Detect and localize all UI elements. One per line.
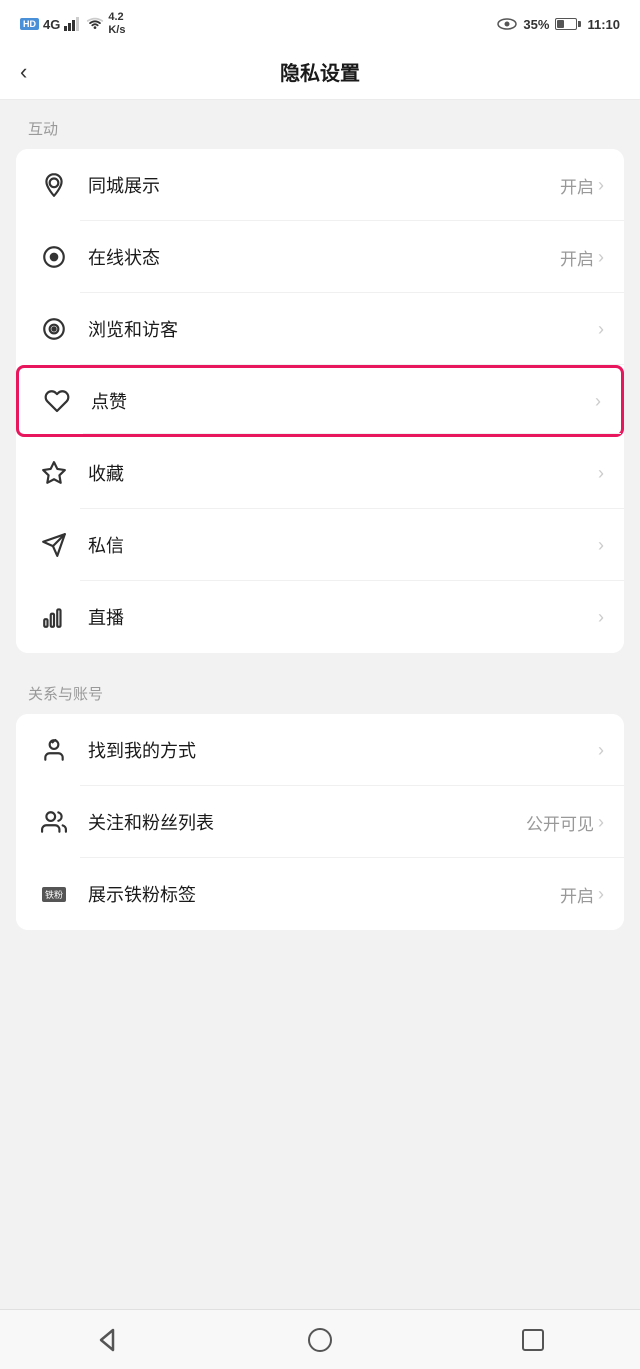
section-label-relation: 关系与账号 (0, 665, 640, 714)
collect-label: 收藏 (88, 460, 594, 486)
follow-label: 关注和粉丝列表 (88, 809, 526, 835)
live-icon (36, 599, 72, 635)
message-icon (36, 527, 72, 563)
menu-item-findme[interactable]: 找到我的方式 › (16, 714, 624, 786)
ironfan-value: 开启 (560, 882, 594, 907)
menu-item-live[interactable]: 直播 › (16, 581, 624, 653)
collect-chevron: › (598, 463, 604, 484)
menu-item-collect[interactable]: 收藏 › (16, 437, 624, 509)
collect-icon (36, 455, 72, 491)
tongcheng-chevron: › (598, 175, 604, 196)
online-icon (36, 239, 72, 275)
signal-text: 4G (43, 17, 60, 32)
status-left: HD 4G 4.2 K/s (20, 11, 125, 37)
ironfan-badge: 铁粉 (42, 887, 66, 902)
menu-item-online[interactable]: 在线状态 开启 › (16, 221, 624, 293)
ironfan-label: 展示铁粉标签 (88, 881, 560, 907)
message-chevron: › (598, 535, 604, 556)
message-label: 私信 (88, 532, 594, 558)
time-display: 11:10 (587, 17, 620, 32)
browse-chevron: › (598, 319, 604, 340)
follow-icon (36, 804, 72, 840)
online-value: 开启 (560, 245, 594, 270)
browse-label: 浏览和访客 (88, 316, 594, 342)
like-icon (39, 383, 75, 419)
follow-value: 公开可见 (526, 810, 594, 835)
nav-back-button[interactable] (82, 1323, 132, 1357)
speed-text: 4.2 K/s (108, 11, 125, 37)
tongcheng-label: 同城展示 (88, 172, 560, 198)
online-label: 在线状态 (88, 244, 560, 270)
signal-bars-icon (64, 17, 82, 31)
back-button[interactable]: ‹ (20, 59, 27, 85)
menu-item-like[interactable]: 点赞 › (16, 365, 624, 437)
live-chevron: › (598, 607, 604, 628)
menu-item-tongcheng[interactable]: 同城展示 开启 › (16, 149, 624, 221)
menu-item-ironfan[interactable]: 铁粉 展示铁粉标签 开启 › (16, 858, 624, 930)
battery-icon (555, 18, 581, 30)
ironfan-icon: 铁粉 (36, 876, 72, 912)
interaction-card-group: 同城展示 开启 › 在线状态 开启 › 浏览和访客 › (16, 149, 624, 653)
eye-icon (497, 17, 517, 31)
findme-icon (36, 732, 72, 768)
battery-percent: 35% (523, 17, 549, 32)
findme-label: 找到我的方式 (88, 737, 594, 763)
wifi-icon (86, 17, 104, 31)
page-title: 隐私设置 (280, 57, 360, 86)
tongcheng-value: 开启 (560, 173, 594, 198)
like-label: 点赞 (91, 388, 591, 414)
bottom-nav-bar (0, 1309, 640, 1369)
hd-badge: HD (20, 18, 39, 30)
relation-card-group: 找到我的方式 › 关注和粉丝列表 公开可见 › 铁粉 展示铁粉标签 开启 › (16, 714, 624, 930)
location-icon (36, 167, 72, 203)
like-chevron: › (595, 391, 601, 412)
menu-item-browse[interactable]: 浏览和访客 › (16, 293, 624, 365)
nav-bar: ‹ 隐私设置 (0, 44, 640, 100)
status-bar: HD 4G 4.2 K/s 35% 11:10 (0, 0, 640, 44)
follow-chevron: › (598, 812, 604, 833)
menu-item-follow[interactable]: 关注和粉丝列表 公开可见 › (16, 786, 624, 858)
live-label: 直播 (88, 604, 594, 630)
browse-icon (36, 311, 72, 347)
online-chevron: › (598, 247, 604, 268)
nav-home-button[interactable] (295, 1323, 345, 1357)
nav-recent-button[interactable] (508, 1323, 558, 1357)
status-right: 35% 11:10 (497, 17, 620, 32)
menu-item-message[interactable]: 私信 › (16, 509, 624, 581)
ironfan-chevron: › (598, 884, 604, 905)
findme-chevron: › (598, 740, 604, 761)
section-label-interaction: 互动 (0, 100, 640, 149)
